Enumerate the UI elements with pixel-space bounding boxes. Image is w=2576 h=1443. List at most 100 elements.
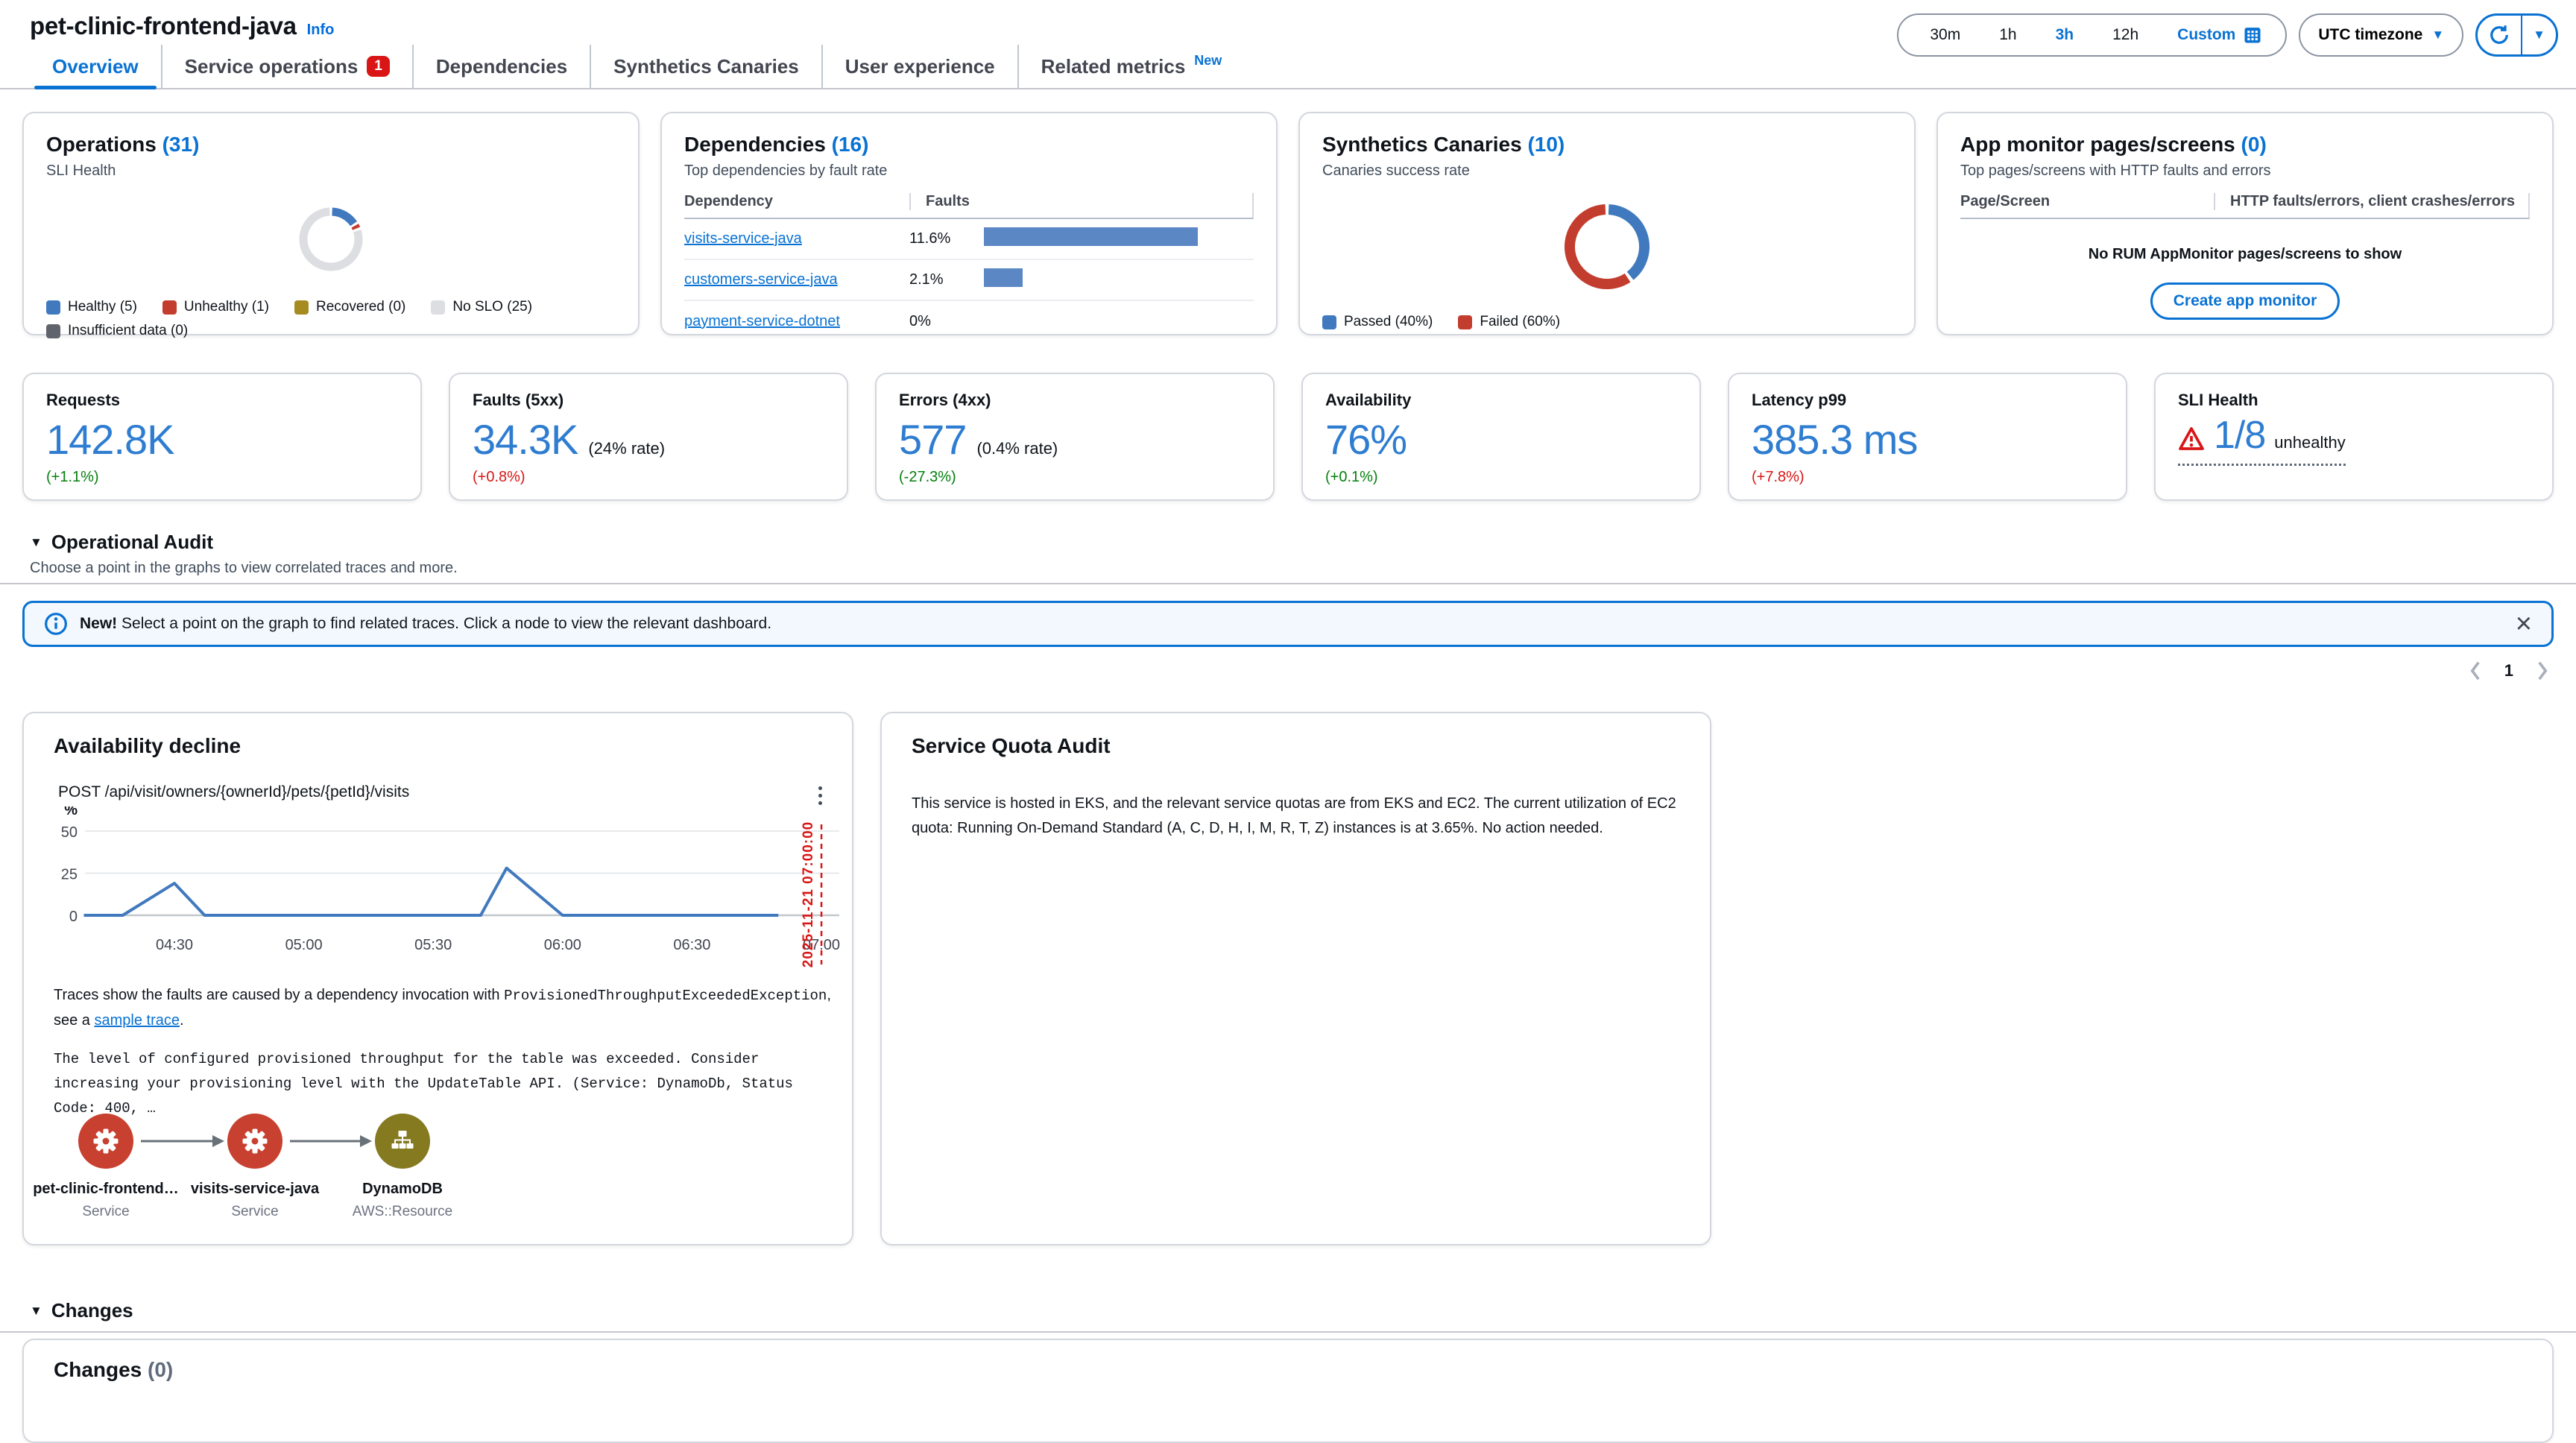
tab-related-metrics[interactable]: Related metricsNew — [1017, 45, 1245, 88]
trace-summary-text: Traces show the faults are caused by a d… — [54, 983, 833, 1033]
app-monitor-table: Page/Screen HTTP faults/errors, client c… — [1960, 193, 2530, 219]
tab-user-experience[interactable]: User experience — [821, 45, 1017, 88]
changes-title-text: Changes — [54, 1358, 142, 1381]
legend-label: No SLO (25) — [452, 299, 532, 315]
info-banner: New! Select a point on the graph to find… — [22, 601, 2554, 647]
svg-text:50: 50 — [61, 824, 78, 841]
operations-subtitle: SLI Health — [46, 162, 616, 180]
metric-value: 34.3K — [473, 415, 578, 464]
metric-value: 385.3 ms — [1752, 415, 1917, 464]
svg-text:0: 0 — [69, 909, 78, 925]
fault-rate-value: 2.1% — [909, 271, 984, 288]
metric-card-requests: Requests142.8K(+1.1%) — [22, 373, 422, 501]
legend-item[interactable]: Recovered (0) — [294, 299, 405, 315]
changes-card-title: Changes (0) — [54, 1358, 2522, 1382]
legend-label: Healthy (5) — [68, 299, 137, 315]
metric-value-row: 385.3 ms — [1752, 415, 2103, 464]
svg-text:%: % — [64, 806, 78, 818]
metric-label: Errors (4xx) — [899, 391, 1251, 410]
metric-value-row: 76% — [1325, 415, 1677, 464]
info-link[interactable]: Info — [307, 22, 335, 39]
canaries-legend: Passed (40%) Failed (60%) — [1322, 314, 1892, 330]
tab-label: Synthetics Canaries — [613, 55, 799, 78]
dependency-link[interactable]: visits-service-java — [684, 230, 909, 247]
fault-rate-value: 0% — [909, 313, 984, 330]
fault-rate-bar — [984, 227, 1254, 250]
availability-line-chart[interactable]: 50250%04:3005:0005:3006:0006:3007:002025… — [24, 806, 855, 982]
time-range-options: 30m1h3h12h — [1910, 26, 2158, 44]
legend-swatch — [1322, 315, 1336, 329]
metric-label: Latency p99 — [1752, 391, 2103, 410]
section-divider — [0, 1331, 2576, 1333]
legend-item[interactable]: Healthy (5) — [46, 299, 137, 315]
app-monitor-count[interactable]: (0) — [2241, 133, 2267, 156]
svg-text:06:30: 06:30 — [673, 937, 710, 953]
service-quota-card: Service Quota Audit This service is host… — [880, 712, 1711, 1245]
svg-text:05:30: 05:30 — [414, 937, 452, 953]
calendar-icon — [2242, 25, 2263, 45]
legend-item[interactable]: Passed (40%) — [1322, 314, 1433, 330]
dependencies-card: Dependencies (16) Top dependencies by fa… — [660, 112, 1278, 335]
service-map-graph[interactable]: pet-clinic-frontend…Servicevisits-servic… — [24, 1084, 855, 1234]
metric-value-row: 34.3K(24% rate) — [473, 415, 824, 464]
dependencies-title-text: Dependencies — [684, 133, 826, 156]
kebab-menu-icon[interactable] — [812, 783, 828, 808]
time-range-3h[interactable]: 3h — [2036, 26, 2094, 44]
time-range-30m[interactable]: 30m — [1910, 26, 1980, 44]
close-icon[interactable]: × — [2516, 610, 2532, 638]
tab-overview[interactable]: Overview — [30, 45, 161, 88]
operations-card: Operations (31) SLI Health Healthy (5) Un… — [22, 112, 640, 335]
operational-audit-toggle[interactable]: ▼ Operational Audit — [30, 531, 458, 554]
tab-badge: 1 — [367, 56, 390, 77]
section-divider — [0, 583, 2576, 584]
metric-suffix: (0.4% rate) — [976, 439, 1058, 458]
column-dependency: Dependency — [684, 193, 909, 210]
tab-dependencies[interactable]: Dependencies — [412, 45, 590, 88]
audit-cards-row: Availability decline POST /api/visit/own… — [22, 712, 1711, 1245]
legend-item[interactable]: Unhealthy (1) — [162, 299, 269, 315]
legend-swatch — [46, 300, 60, 315]
legend-item[interactable]: Insufficient data (0) — [46, 323, 188, 339]
changes-toggle[interactable]: ▼ Changes — [30, 1299, 133, 1322]
previous-page-icon[interactable] — [2469, 660, 2482, 681]
operational-audit-header: ▼ Operational Audit Choose a point in th… — [30, 531, 458, 577]
custom-range-button[interactable]: Custom — [2158, 25, 2273, 45]
metric-value: 577 — [899, 415, 966, 464]
tab-service-operations[interactable]: Service operations1 — [161, 45, 412, 88]
legend-swatch — [46, 324, 60, 338]
banner-text: New! Select a point on the graph to find… — [80, 615, 2504, 633]
tab-synthetics-canaries[interactable]: Synthetics Canaries — [590, 45, 821, 88]
operations-count[interactable]: (31) — [162, 133, 200, 156]
metric-value-row: 142.8K — [46, 415, 398, 464]
metric-label: SLI Health — [2178, 391, 2530, 410]
summary-cards-row: Operations (31) SLI Health Healthy (5) Un… — [22, 112, 2554, 335]
create-app-monitor-button[interactable]: Create app monitor — [2150, 282, 2340, 320]
sample-trace-link[interactable]: sample trace — [94, 1012, 180, 1029]
dependency-link[interactable]: payment-service-dotnet — [684, 313, 909, 330]
app-monitor-empty-state: No RUM AppMonitor pages/screens to show … — [1960, 246, 2530, 320]
changes-card: Changes (0) — [22, 1339, 2554, 1443]
page-number[interactable]: 1 — [2504, 661, 2513, 681]
collapse-triangle-icon: ▼ — [30, 535, 42, 550]
page-title: pet-clinic-frontend-java — [30, 12, 297, 40]
operations-title-text: Operations — [46, 133, 157, 156]
dependencies-count[interactable]: (16) — [832, 133, 869, 156]
next-page-icon[interactable] — [2536, 660, 2549, 681]
dependency-link[interactable]: customers-service-java — [684, 271, 909, 288]
changes-count: (0) — [148, 1358, 173, 1381]
metric-card-errors-4xx-: Errors (4xx)577(0.4% rate)(-27.3%) — [875, 373, 1275, 501]
new-flag: New — [1194, 53, 1222, 69]
changes-header: ▼ Changes — [30, 1299, 133, 1322]
legend-swatch — [1458, 315, 1472, 329]
legend-label: Unhealthy (1) — [184, 299, 269, 315]
canaries-count[interactable]: (10) — [1527, 133, 1565, 156]
app-monitor-subtitle: Top pages/screens with HTTP faults and e… — [1960, 162, 2530, 180]
time-range-1h[interactable]: 1h — [1980, 26, 2036, 44]
metric-card-faults-5xx-: Faults (5xx)34.3K(24% rate)(+0.8%) — [449, 373, 848, 501]
operations-legend: Healthy (5) Unhealthy (1) Recovered (0) No … — [46, 299, 616, 339]
metric-value: 142.8K — [46, 415, 174, 464]
svg-text:Service: Service — [231, 1204, 278, 1219]
legend-item[interactable]: No SLO (25) — [431, 299, 532, 315]
legend-item[interactable]: Failed (60%) — [1458, 314, 1560, 330]
time-range-12h[interactable]: 12h — [2093, 26, 2158, 44]
